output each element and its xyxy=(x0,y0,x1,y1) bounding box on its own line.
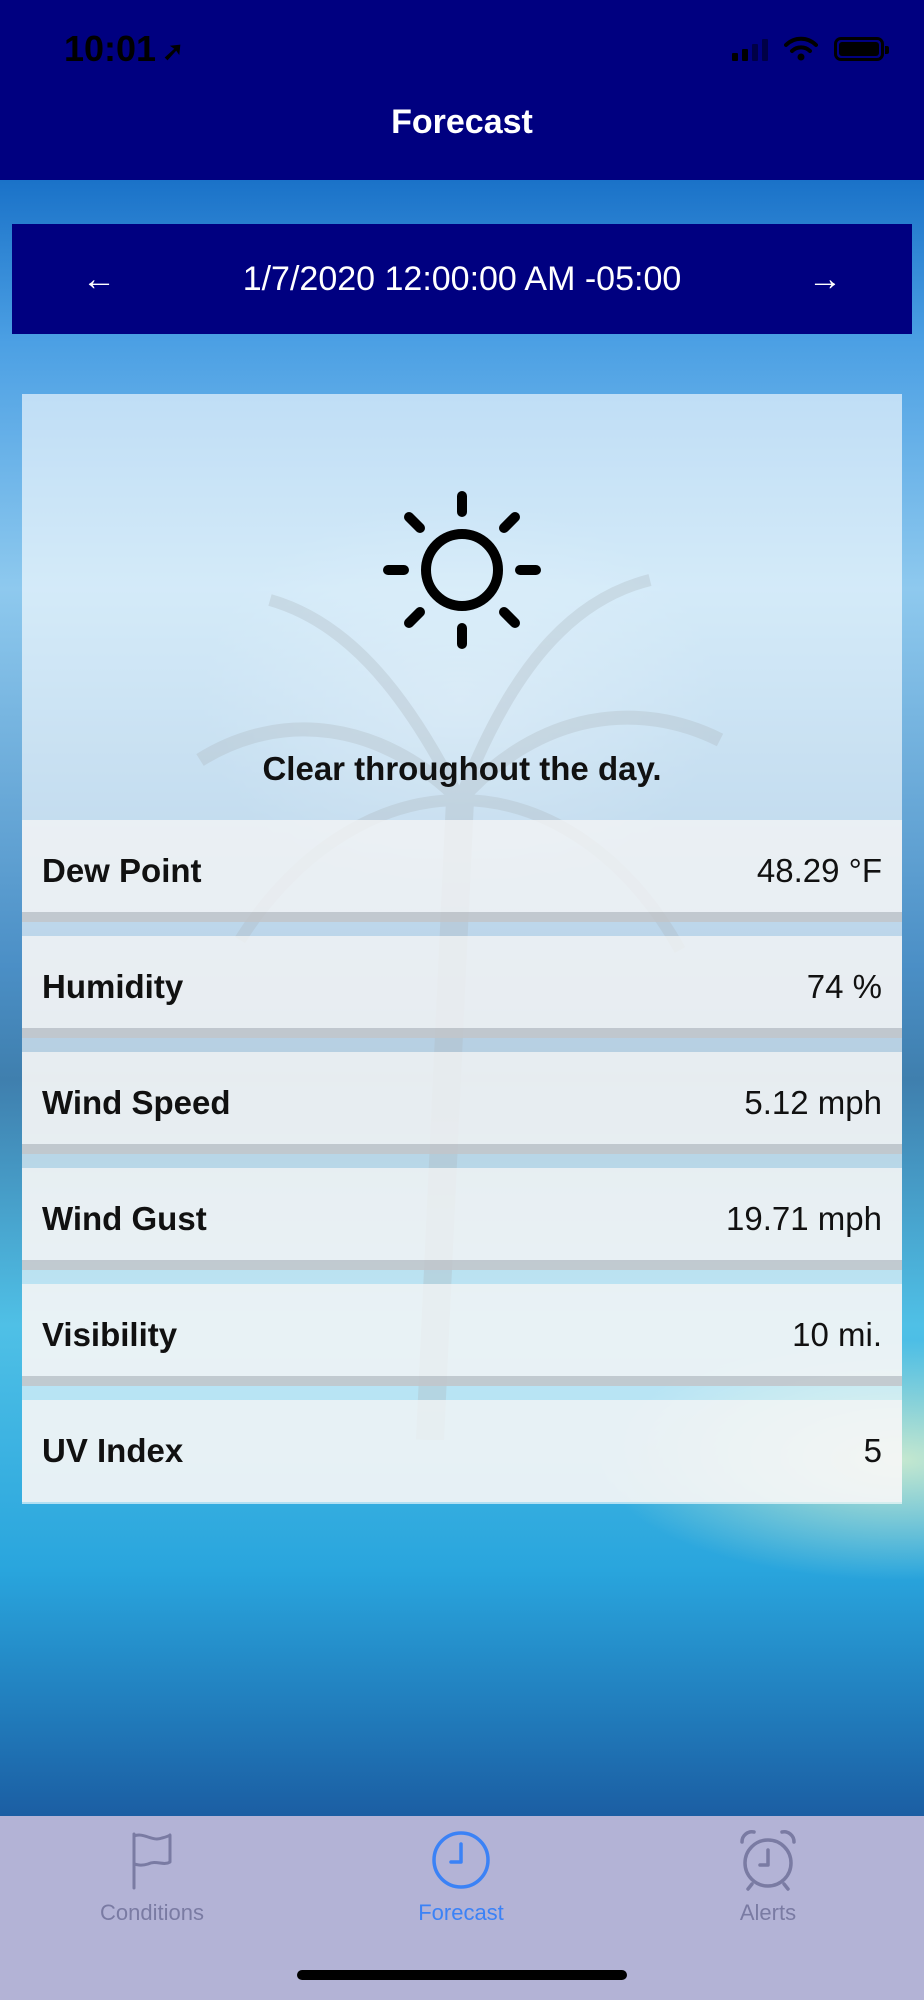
detail-label: UV Index xyxy=(42,1432,184,1469)
status-time-text: 10:01 xyxy=(64,28,157,69)
arrow-right-icon: → xyxy=(808,260,842,298)
cellular-signal-icon xyxy=(732,37,768,61)
nav-bar: Forecast xyxy=(0,100,924,180)
home-indicator xyxy=(297,1970,627,1980)
tab-label: Alerts xyxy=(739,1900,797,1925)
detail-label: Visibility xyxy=(42,1316,178,1353)
detail-value: 48.29 °F xyxy=(756,852,882,889)
detail-value: 5.12 mph xyxy=(744,1084,882,1121)
detail-value: 19.71 mph xyxy=(726,1200,882,1237)
location-arrow-icon: ➚ xyxy=(162,35,184,66)
tab-label: Forecast xyxy=(418,1900,504,1925)
detail-value: 5 xyxy=(863,1432,882,1469)
forecast-summary: Clear throughout the day. xyxy=(262,750,662,787)
sun-icon xyxy=(383,491,541,649)
wifi-icon xyxy=(784,36,818,61)
detail-row-humidity: Humidity 74 % xyxy=(22,936,902,1038)
previous-day-button[interactable]: ← xyxy=(74,254,124,304)
tab-conditions[interactable]: Conditions xyxy=(52,1828,252,1948)
arrow-left-icon: ← xyxy=(82,260,116,298)
forecast-date: 1/7/2020 12:00:00 AM -05:00 xyxy=(242,260,682,298)
detail-row-visibility: Visibility 10 mi. xyxy=(22,1284,902,1386)
forecast-card: Clear throughout the day. Dew Point 48.2… xyxy=(22,394,902,1504)
flag-icon xyxy=(132,1832,172,1890)
status-time: 10:01 ➚ xyxy=(64,28,184,70)
detail-label: Dew Point xyxy=(42,852,202,889)
tab-forecast[interactable]: Forecast xyxy=(361,1828,561,1948)
alarm-clock-icon xyxy=(740,1830,796,1891)
detail-row-wind-gust: Wind Gust 19.71 mph xyxy=(22,1168,902,1270)
tab-alerts[interactable]: Alerts xyxy=(668,1828,868,1948)
date-navigator: ← 1/7/2020 12:00:00 AM -05:00 → xyxy=(12,224,912,334)
detail-value: 74 % xyxy=(806,968,882,1005)
detail-label: Wind Speed xyxy=(42,1084,231,1121)
forecast-content: ← 1/7/2020 12:00:00 AM -05:00 → Clear th… xyxy=(0,180,924,1816)
status-bar: 10:01 ➚ xyxy=(0,0,924,100)
detail-row-dew-point: Dew Point 48.29 °F xyxy=(22,820,902,922)
detail-value: 10 mi. xyxy=(792,1316,882,1353)
page-title: Forecast xyxy=(391,103,533,141)
battery-icon xyxy=(834,37,889,61)
detail-label: Wind Gust xyxy=(42,1200,207,1237)
detail-label: Humidity xyxy=(42,968,184,1005)
status-icons xyxy=(732,36,889,62)
clock-icon xyxy=(432,1831,490,1889)
tab-label: Conditions xyxy=(100,1900,204,1925)
detail-row-wind-speed: Wind Speed 5.12 mph xyxy=(22,1052,902,1154)
next-day-button[interactable]: → xyxy=(800,254,850,304)
detail-row-uv-index: UV Index 5 xyxy=(22,1400,902,1502)
